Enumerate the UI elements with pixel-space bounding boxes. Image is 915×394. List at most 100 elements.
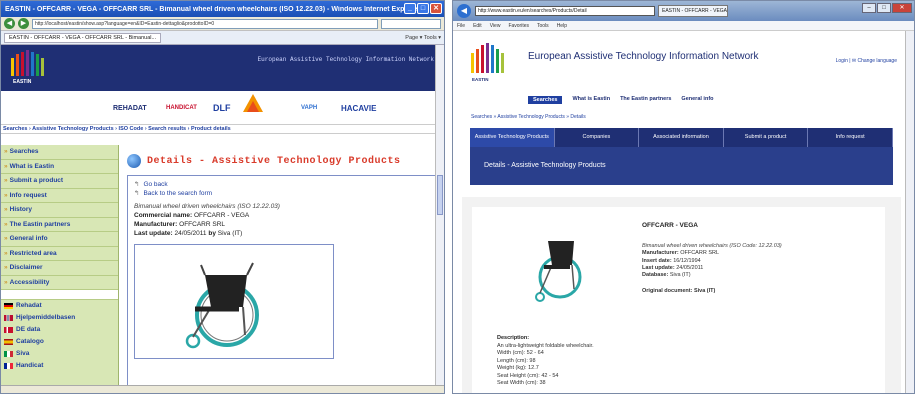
sidebar-item-restricted-area[interactable]: » Restricted area: [1, 247, 118, 261]
page-title: Details - Assistive Technology Products: [147, 155, 401, 167]
eastin-logo-icon[interactable]: [11, 50, 44, 76]
back-arrow-icon[interactable]: ◀: [457, 4, 471, 18]
product-card: OFFCARR - VEGA Bimanual wheel driven whe…: [472, 207, 885, 393]
right-page: EASTIN European Assistive Technology Inf…: [453, 31, 905, 393]
menu-view[interactable]: View: [490, 21, 501, 30]
product-detail-box: ↰ Go back ↰ Back to the search form Bimanu…: [127, 175, 438, 390]
last-update-row: Last update: 24/05/2011 by Siva (IT): [134, 230, 243, 237]
left-status-bar: [1, 385, 444, 393]
right-browser-tab[interactable]: EASTIN - OFFCARR - VEGA: [658, 5, 728, 17]
tab-associated-info[interactable]: Associated information: [639, 128, 724, 147]
minimize-button[interactable]: _: [404, 3, 416, 14]
login-language-links[interactable]: Login | ✉ Change language: [836, 58, 897, 64]
maximize-button[interactable]: □: [417, 3, 429, 14]
partner-logo-vaph[interactable]: VAPH: [301, 99, 317, 117]
partner-logo-shape[interactable]: [241, 94, 265, 113]
sidebar-item-history[interactable]: » History: [1, 203, 118, 218]
left-scrollbar[interactable]: [435, 45, 444, 385]
sidebar-item-accessibility[interactable]: » Accessibility: [1, 276, 118, 290]
partner-logo-hacavie[interactable]: HACAVIE: [341, 99, 376, 117]
menu-file[interactable]: File: [457, 21, 465, 30]
left-browser-window: EASTIN - OFFCARR - VEGA - OFFCARR SRL - …: [0, 0, 445, 394]
flag-dk-icon: [4, 327, 13, 333]
page-heading-row: Details - Assistive Technology Products: [127, 151, 438, 171]
right-title-bar: ◀ http://www.eastin.eu/en/searches/Produ…: [453, 1, 914, 21]
original-document-link[interactable]: Original document: Siva (IT): [642, 288, 822, 295]
left-tools-menu[interactable]: Page ▾ Tools ▾: [405, 35, 441, 41]
sidebar-item-general-info[interactable]: » General info: [1, 232, 118, 247]
iso-description: Bimanual wheel driven wheelchairs (ISO C…: [642, 243, 782, 250]
left-window-title: EASTIN - OFFCARR - VEGA - OFFCARR SRL - …: [5, 5, 420, 13]
breadcrumb[interactable]: Searches › Assistive Technology Products…: [1, 125, 444, 134]
partner-logo-rehadat[interactable]: REHADAT: [113, 99, 147, 117]
description-heading: Description:: [497, 335, 530, 341]
right-browser-window: ◀ http://www.eastin.eu/en/searches/Produ…: [452, 0, 915, 394]
forward-arrow-icon[interactable]: ▶: [18, 18, 29, 29]
commercial-name-row: Commercial name: OFFCARR - VEGA: [134, 212, 250, 219]
sidebar-item-submit-product[interactable]: » Submit a product: [1, 174, 118, 189]
banner-network-title: European Assistive Technology Informatio…: [257, 56, 434, 63]
menu-edit[interactable]: Edit: [473, 21, 482, 30]
nav-general-info[interactable]: General info: [681, 96, 713, 104]
left-main-area: » Searches » What is Eastin » Submit a prod…: [1, 145, 444, 393]
sidebar-item-searches[interactable]: » Searches: [1, 145, 118, 160]
maximize-button[interactable]: □: [877, 3, 891, 13]
sidebar-link-hjelpemiddelbasen[interactable]: Hjelpemiddelbasen: [1, 312, 118, 324]
manufacturer-row: Manufacturer: OFFCARR SRL: [642, 250, 720, 257]
left-title-bar: EASTIN - OFFCARR - VEGA - OFFCARR SRL - …: [1, 1, 444, 17]
partner-logo-handicat[interactable]: HANDICAT: [166, 99, 197, 117]
sidebar-item-partners[interactable]: » The Eastin partners: [1, 218, 118, 232]
description-line: Length (cm): 98: [497, 357, 536, 364]
flag-de-icon: [4, 303, 13, 309]
description-line: Weight (kg): 12.7: [497, 365, 539, 371]
right-scrollbar[interactable]: [905, 31, 914, 393]
nav-partners[interactable]: The Eastin partners: [620, 96, 671, 104]
right-site-header: EASTIN European Assistive Technology Inf…: [453, 31, 905, 95]
sidebar-link-dk-data[interactable]: DE data: [1, 324, 118, 336]
tab-at-products[interactable]: Assistive Technology Products: [470, 128, 555, 147]
breadcrumb[interactable]: Searches » Assistive Technology Products…: [471, 114, 586, 120]
product-photo: [134, 244, 334, 359]
flag-fr-icon: [4, 363, 13, 369]
section-tabs: Assistive Technology Products Companies …: [470, 128, 893, 147]
left-scroll-thumb[interactable]: [437, 175, 443, 215]
sidebar-item-disclaimer[interactable]: » Disclaimer: [1, 261, 118, 276]
right-url-field[interactable]: http://www.eastin.eu/en/searches/Product…: [475, 6, 655, 16]
back-arrow-icon[interactable]: ◀: [4, 18, 15, 29]
sidebar-spacer: [1, 290, 118, 300]
minimize-button[interactable]: –: [862, 3, 876, 13]
back-to-search-link[interactable]: ↰ Back to the search form: [134, 189, 431, 198]
go-back-link[interactable]: ↰ Go back: [134, 180, 431, 189]
sidebar-item-what-is-eastin[interactable]: » What is Eastin: [1, 160, 118, 174]
flag-it-icon: [4, 351, 13, 357]
product-photo: [530, 227, 585, 307]
menu-tools[interactable]: Tools: [537, 21, 549, 30]
tab-companies[interactable]: Companies: [555, 128, 640, 147]
sidebar-link-handicat[interactable]: Handicat: [1, 360, 118, 372]
sidebar-link-rehadat[interactable]: Rehadat: [1, 300, 118, 312]
flag-no-icon: [4, 315, 13, 321]
close-button[interactable]: ✕: [892, 3, 912, 13]
nav-what-is-eastin[interactable]: What is Eastin: [572, 96, 610, 104]
left-url-field[interactable]: http://localhost/eastin/show.asp?languag…: [32, 18, 378, 29]
site-title: European Assistive Technology Informatio…: [528, 51, 759, 62]
globe-icon: [127, 154, 141, 168]
tab-info-request[interactable]: Info request: [808, 128, 893, 147]
menu-help[interactable]: Help: [557, 21, 567, 30]
eastin-logo-text: EASTIN: [472, 77, 489, 82]
eastin-logo-icon[interactable]: [471, 43, 504, 73]
partner-logo-dlf[interactable]: DLF: [213, 99, 231, 117]
tab-submit-product[interactable]: Submit a product: [724, 128, 809, 147]
sidebar-item-info-request[interactable]: » Info request: [1, 189, 118, 203]
product-info: OFFCARR - VEGA Bimanual wheel driven whe…: [642, 222, 822, 295]
left-search-box[interactable]: [381, 18, 441, 29]
close-button[interactable]: ✕: [430, 3, 442, 14]
menu-favorites[interactable]: Favorites: [508, 21, 529, 30]
flag-es-icon: [4, 339, 13, 345]
left-browser-tab[interactable]: EASTIN - OFFCARR - VEGA - OFFCARR SRL - …: [4, 32, 162, 43]
description-line: An ultra-lightweight foldable wheelchair…: [497, 342, 594, 349]
sidebar-link-catalogo[interactable]: Catalogo: [1, 336, 118, 348]
nav-searches[interactable]: Searches: [528, 96, 563, 104]
sidebar-link-siva[interactable]: Siva: [1, 348, 118, 360]
right-menu-bar: File Edit View Favorites Tools Help: [453, 21, 914, 31]
